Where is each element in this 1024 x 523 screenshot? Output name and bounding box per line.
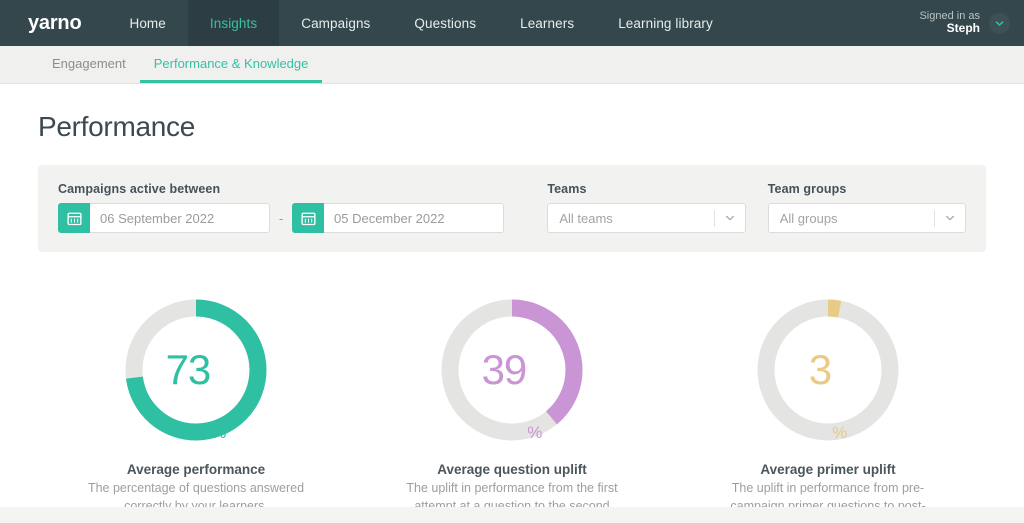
metric-value: 3 — [808, 346, 832, 393]
teams-filter: Teams All teams — [547, 182, 746, 233]
metric-average-question-uplift: 39 % Average question uplift The uplift … — [354, 294, 670, 523]
metric-title: Average performance — [126, 462, 266, 477]
date-range-separator: - — [278, 210, 284, 226]
metric-unit: % — [527, 423, 543, 442]
end-date-input[interactable]: 05 December 2022 — [324, 203, 504, 233]
secondary-tab-bar: Engagement Performance & Knowledge — [0, 46, 1024, 84]
brand-name: yarno — [28, 12, 82, 34]
metric-unit: % — [832, 423, 848, 442]
donut-center-value: 39 % — [436, 294, 588, 446]
start-date-input[interactable]: 06 September 2022 — [90, 203, 270, 233]
start-date-control[interactable]: 06 September 2022 — [58, 203, 270, 233]
date-range-filter: Campaigns active between 06 September 20… — [58, 182, 504, 233]
metric-title: Average question uplift — [437, 462, 587, 477]
metric-title: Average primer uplift — [760, 462, 896, 477]
donut-chart-average-primer-uplift: 3 % — [752, 294, 904, 446]
account-menu[interactable]: Signed in as Steph — [919, 0, 1024, 46]
metric-average-performance: 73 % Average performance The percentage … — [38, 294, 354, 523]
chevron-down-icon[interactable] — [935, 212, 965, 224]
donut-chart-average-performance: 73 % — [120, 294, 272, 446]
nav-item-insights[interactable]: Insights — [187, 0, 280, 46]
user-name: Steph — [946, 21, 980, 36]
donut-center-value: 73 % — [120, 294, 272, 446]
team-groups-filter: Team groups All groups — [767, 182, 967, 233]
page-content: Performance Campaigns active between 06 … — [0, 111, 1024, 523]
donut-chart-average-question-uplift: 39 % — [436, 294, 588, 446]
chevron-down-icon[interactable] — [989, 12, 1010, 34]
teams-select[interactable]: All teams — [547, 203, 746, 233]
nav-item-home[interactable]: Home — [107, 0, 187, 46]
metric-average-primer-uplift: 3 % Average primer uplift The uplift in … — [670, 294, 986, 523]
nav-item-learners[interactable]: Learners — [498, 0, 596, 46]
nav-item-campaigns[interactable]: Campaigns — [279, 0, 392, 46]
metric-unit: % — [211, 423, 227, 442]
filter-panel: Campaigns active between 06 September 20… — [38, 165, 986, 252]
yarno-logo[interactable]: yarno — [0, 0, 107, 46]
team-groups-label: Team groups — [767, 182, 847, 196]
page-bottom-band — [0, 507, 1024, 523]
teams-label: Teams — [547, 182, 587, 196]
metric-value: 73 — [165, 346, 212, 393]
donut-center-value: 3 % — [752, 294, 904, 446]
metric-value: 39 — [481, 346, 528, 393]
calendar-icon[interactable] — [58, 203, 90, 233]
team-groups-select-value: All groups — [779, 210, 838, 226]
tab-engagement[interactable]: Engagement — [38, 46, 140, 83]
nav-item-questions[interactable]: Questions — [392, 0, 498, 46]
primary-nav-links: Home Insights Campaigns Questions Learne… — [107, 0, 734, 46]
nav-item-learning-library[interactable]: Learning library — [596, 0, 735, 46]
top-navigation-bar: yarno Home Insights Campaigns Questions … — [0, 0, 1024, 46]
date-range-label: Campaigns active between — [58, 182, 221, 196]
chevron-down-icon[interactable] — [715, 212, 745, 224]
teams-select-value: All teams — [559, 210, 613, 226]
metrics-row: 73 % Average performance The percentage … — [38, 294, 986, 523]
signed-in-as: Signed in as Steph — [919, 10, 989, 36]
end-date-control[interactable]: 05 December 2022 — [292, 203, 504, 233]
team-groups-select[interactable]: All groups — [767, 203, 967, 233]
tab-performance-knowledge[interactable]: Performance & Knowledge — [139, 46, 323, 83]
page-title: Performance — [38, 111, 195, 142]
calendar-icon[interactable] — [292, 203, 324, 233]
